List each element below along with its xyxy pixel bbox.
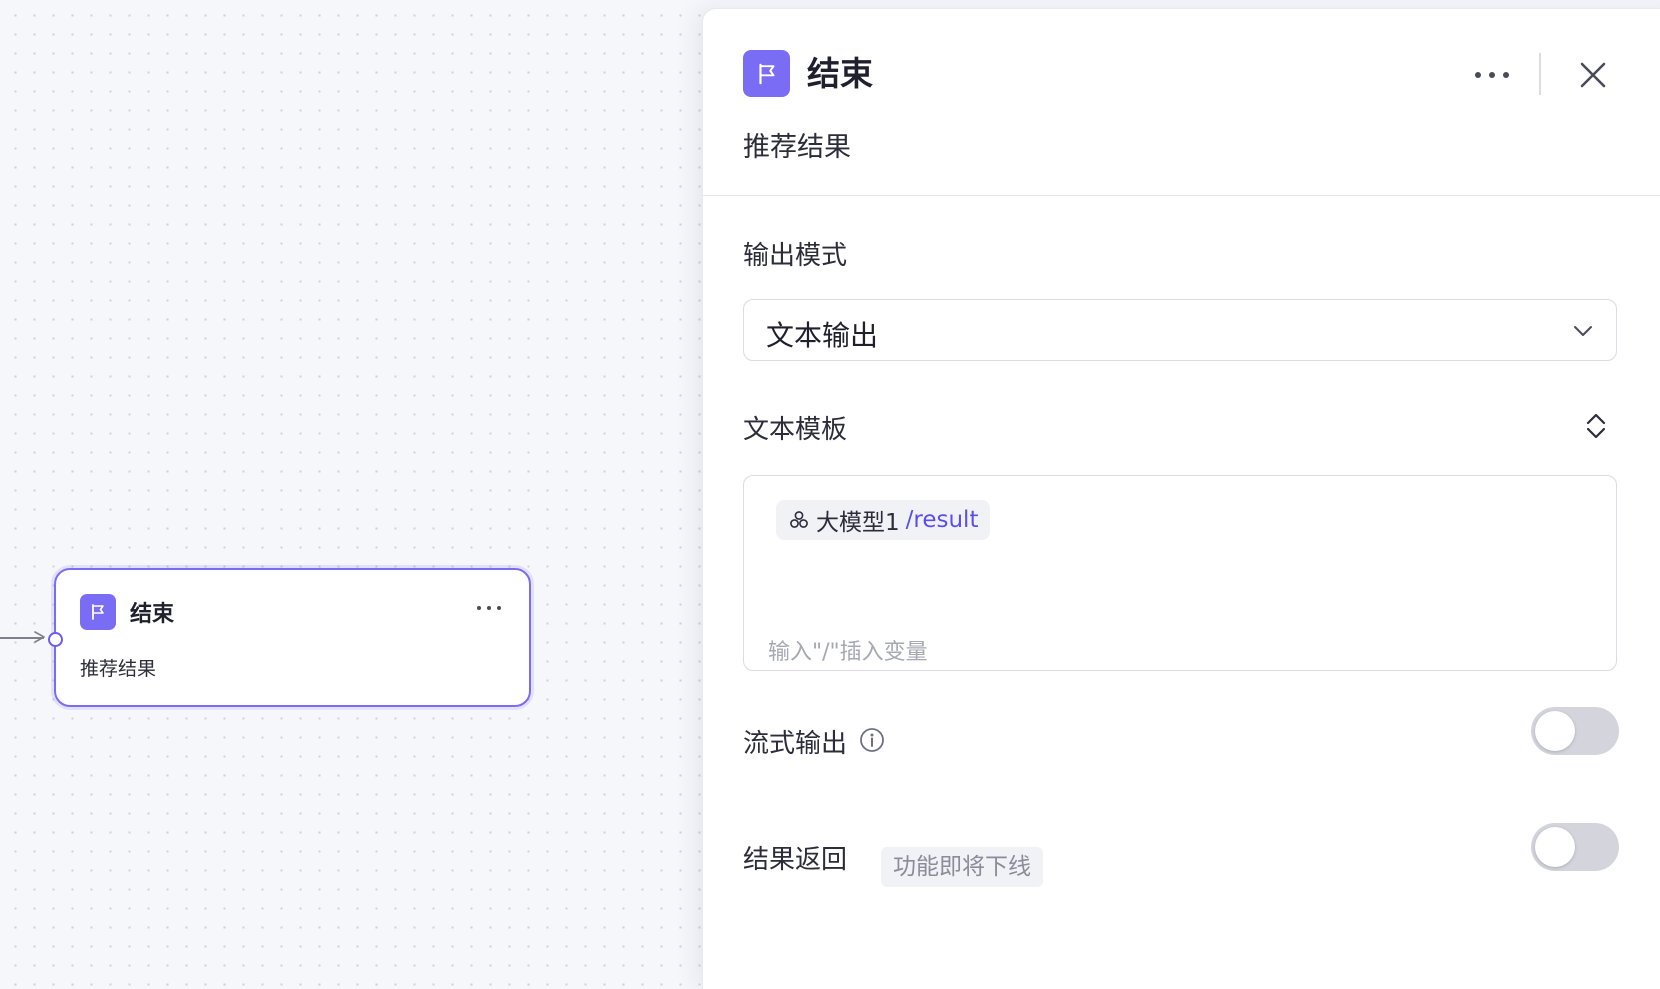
streaming-output-toggle[interactable] [1531, 707, 1619, 755]
output-mode-label: 输出模式 [743, 241, 848, 271]
streaming-output-label: 流式输出 [743, 729, 848, 759]
result-return-toggle[interactable] [1531, 823, 1619, 871]
variable-path: /result [905, 507, 979, 533]
output-mode-value: 文本输出 [766, 319, 879, 352]
deprecation-badge: 功能即将下线 [881, 847, 1043, 887]
variable-chip[interactable]: 大模型1 /result [776, 500, 991, 540]
edge-arrowhead [34, 631, 45, 643]
info-icon[interactable] [859, 727, 885, 753]
node-more-icon[interactable] [477, 600, 501, 616]
node-subtitle: 推荐结果 [80, 658, 157, 680]
node-config-panel: 结束 推荐结果 输出模式 文本输出 文本模板 大模型1 /result 输入"/… [702, 8, 1660, 989]
text-template-label: 文本模板 [743, 415, 848, 445]
node-header: 结束 [80, 594, 174, 630]
close-icon[interactable] [1575, 57, 1611, 93]
flag-icon [743, 50, 790, 97]
node-title: 结束 [130, 602, 175, 627]
expand-collapse-icon[interactable] [1583, 411, 1609, 441]
header-divider [1539, 53, 1541, 95]
node-input-port[interactable] [48, 632, 63, 647]
flag-icon [80, 594, 116, 630]
panel-subtitle[interactable]: 推荐结果 [743, 125, 851, 164]
variable-node-name: 大模型1 [816, 510, 900, 536]
toggle-knob [1535, 827, 1575, 867]
end-node[interactable]: 结束 推荐结果 [48, 568, 531, 707]
toggle-knob [1535, 711, 1575, 751]
result-return-label: 结果返回 [743, 845, 848, 875]
output-mode-select[interactable]: 文本输出 [743, 299, 1617, 361]
template-placeholder: 输入"/"插入变量 [768, 640, 928, 665]
chevron-down-icon [1574, 326, 1592, 336]
panel-title: 结束 [807, 54, 873, 93]
more-options-icon[interactable] [1475, 65, 1509, 85]
panel-header: 结束 推荐结果 [703, 9, 1660, 196]
text-template-editor[interactable]: 大模型1 /result 输入"/"插入变量 [743, 475, 1617, 671]
model-icon [790, 511, 808, 528]
